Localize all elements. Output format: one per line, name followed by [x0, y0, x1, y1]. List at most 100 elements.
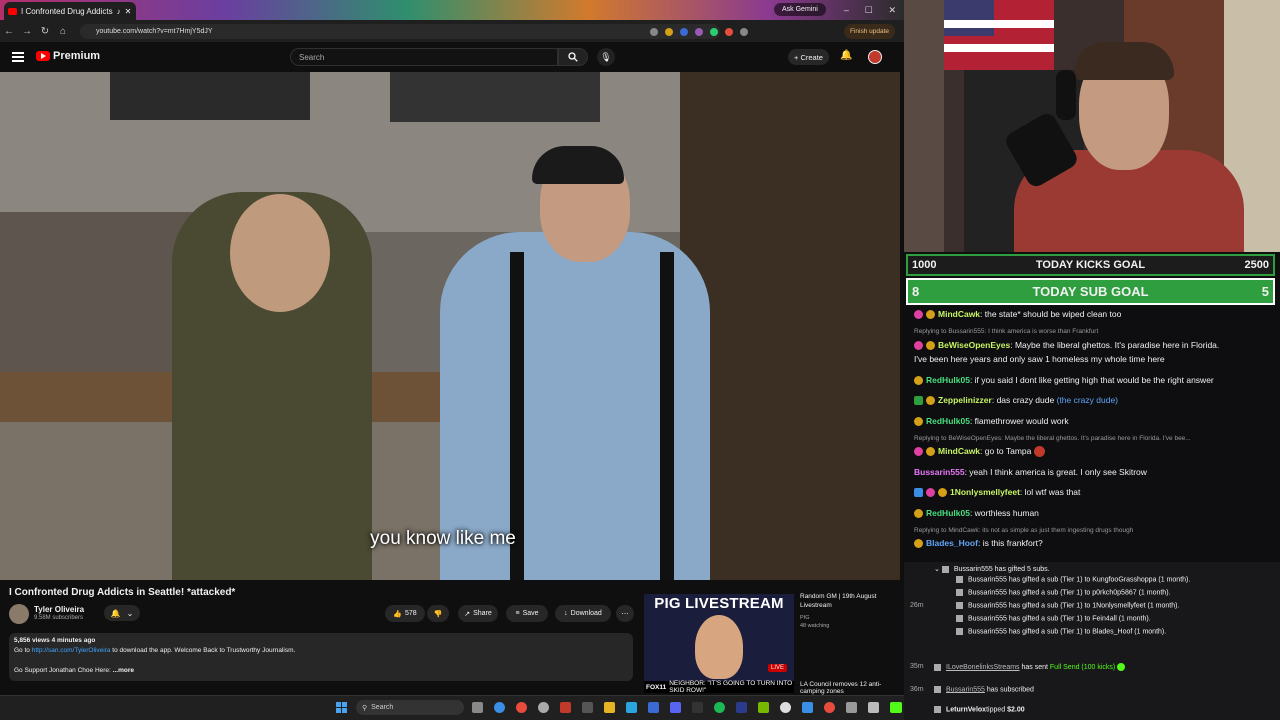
share-label: Share: [473, 610, 492, 617]
channel-avatar[interactable]: [9, 604, 29, 624]
gift-icon: [941, 565, 949, 573]
gift-icon: [956, 589, 963, 596]
ask-gemini-button[interactable]: Ask Gemini: [774, 3, 826, 16]
app-icon[interactable]: [868, 702, 879, 713]
youtube-play-icon: [36, 51, 50, 61]
channel-subscriber-count: 9.58M subscribers: [34, 615, 84, 621]
badge-icon: [914, 396, 923, 406]
goal-label: TODAY KICKS GOAL: [1035, 259, 1146, 271]
chat-username[interactable]: Blades_Hoof: [926, 538, 978, 548]
event-username[interactable]: ILoveBonelinksStreams: [946, 664, 1020, 671]
description-link[interactable]: http://san.com/TylerOliveira: [32, 647, 111, 654]
app-icon[interactable]: [648, 702, 659, 713]
channel-name[interactable]: Tyler Oliveira: [34, 605, 84, 614]
app-icon[interactable]: [582, 702, 593, 713]
event-time: 26m: [910, 602, 924, 609]
chat-username[interactable]: RedHulk05: [926, 508, 970, 518]
search-input[interactable]: Search: [290, 48, 558, 66]
save-button[interactable]: ≡ Save: [506, 605, 548, 622]
video-player[interactable]: [0, 72, 900, 580]
create-button[interactable]: + Create: [788, 49, 829, 65]
extension-icon[interactable]: [710, 27, 718, 36]
close-window-icon[interactable]: ✕: [889, 5, 897, 16]
extension-icon[interactable]: [680, 27, 688, 36]
tab-close-icon[interactable]: ✕: [125, 7, 132, 16]
hamburger-menu-icon[interactable]: [12, 52, 24, 62]
premiere-icon[interactable]: [736, 702, 747, 713]
back-icon[interactable]: ←: [0, 26, 18, 37]
description-meta: 5,856 views 4 minutes ago: [14, 637, 96, 644]
discord-icon[interactable]: [670, 702, 681, 713]
event-username[interactable]: Bussarin555: [946, 686, 985, 693]
home-icon[interactable]: ⌂: [54, 26, 72, 37]
more-actions-icon[interactable]: ⋯: [616, 605, 634, 622]
task-view-icon[interactable]: [472, 702, 483, 713]
share-button[interactable]: ↗ Share: [458, 605, 498, 622]
reload-icon[interactable]: ↻: [36, 26, 54, 37]
taskbar-search[interactable]: ⚲ Search: [356, 700, 464, 715]
chat-username[interactable]: 1Nonlysmellyfeet: [950, 487, 1020, 497]
chat-username[interactable]: RedHulk05: [926, 416, 970, 426]
file-explorer-icon[interactable]: [604, 702, 615, 713]
account-avatar[interactable]: [868, 50, 882, 64]
gift-icon: [956, 602, 963, 609]
app-icon[interactable]: [802, 702, 813, 713]
chrome-icon[interactable]: [516, 702, 527, 713]
badge-icon: [914, 376, 923, 386]
app-icon[interactable]: [538, 702, 549, 713]
browser-tab[interactable]: I Confronted Drug Addicts ♪ ✕: [4, 2, 136, 20]
extension-icon[interactable]: [725, 27, 733, 36]
app-icon[interactable]: [846, 702, 857, 713]
kick-icon[interactable]: [890, 702, 902, 713]
thumbnail-face: [695, 615, 743, 679]
recommended-title-2[interactable]: LA Council removes 12 anti-camping zones: [800, 681, 898, 695]
chat-username[interactable]: RedHulk05: [926, 375, 970, 385]
search-button[interactable]: [558, 48, 588, 66]
notifications-bell-icon[interactable]: 🔔: [840, 50, 852, 61]
tab-audio-icon[interactable]: ♪: [117, 7, 121, 16]
show-more-link[interactable]: ...more: [113, 667, 134, 674]
thumbnail-banner-text: PIG LIVESTREAM: [654, 595, 784, 612]
minimize-icon[interactable]: –: [844, 5, 849, 15]
app-icon[interactable]: [692, 702, 703, 713]
extensions-puzzle-icon[interactable]: [740, 27, 748, 36]
badge-icon: [938, 488, 947, 498]
nvidia-icon[interactable]: [758, 702, 769, 713]
windows-start-icon[interactable]: [336, 702, 347, 713]
app-icon[interactable]: [560, 702, 571, 713]
badge-icon: [914, 509, 923, 519]
chat-username[interactable]: Zeppelinizzer: [938, 395, 992, 405]
dislike-button[interactable]: 👎: [427, 605, 449, 622]
extension-icon[interactable]: [650, 27, 658, 36]
spotify-icon[interactable]: [714, 702, 725, 713]
chat-username[interactable]: MindCawk: [938, 309, 980, 319]
forward-icon[interactable]: →: [18, 26, 36, 37]
youtube-logo[interactable]: Premium: [36, 50, 100, 62]
maximize-icon[interactable]: ☐: [865, 5, 873, 16]
description-box[interactable]: 5,856 views 4 minutes ago Go to http://s…: [9, 633, 633, 681]
url-bar[interactable]: youtube.com/watch?v=mt7HmjY5dJY: [80, 24, 720, 39]
chat-username[interactable]: Bussarin555: [914, 467, 965, 477]
recommended-title[interactable]: Random GM | 19th August Livestream: [800, 592, 898, 610]
download-button[interactable]: ↓ Download: [555, 605, 611, 622]
bookmark-star-icon[interactable]: [665, 27, 673, 36]
voice-search-mic-icon[interactable]: 🎙: [597, 48, 615, 66]
telegram-icon[interactable]: [626, 702, 637, 713]
app-icon[interactable]: [780, 702, 791, 713]
app-icon[interactable]: [824, 702, 835, 713]
subscribed-bell-button[interactable]: 🔔 ⌄: [104, 605, 140, 621]
chat-message: MindCawk: the state* should be wiped cle…: [914, 307, 1274, 321]
chat-username[interactable]: BeWiseOpenEyes: [938, 340, 1010, 350]
chat-message: RedHulk05: worthless human: [914, 506, 1274, 520]
like-button[interactable]: 👍 578: [385, 605, 425, 622]
event-username[interactable]: LeturnVelox: [946, 706, 986, 713]
thumbs-up-icon: 👍: [393, 610, 403, 618]
badge-icon: [926, 396, 935, 406]
download-label: Download: [570, 610, 602, 617]
search-icon: [568, 52, 578, 62]
chat-username[interactable]: MindCawk: [938, 446, 980, 456]
edge-icon[interactable]: [494, 702, 505, 713]
goal-current: 8: [912, 284, 920, 299]
extension-icon[interactable]: [695, 27, 703, 36]
finish-update-button[interactable]: Finish update: [844, 24, 896, 39]
